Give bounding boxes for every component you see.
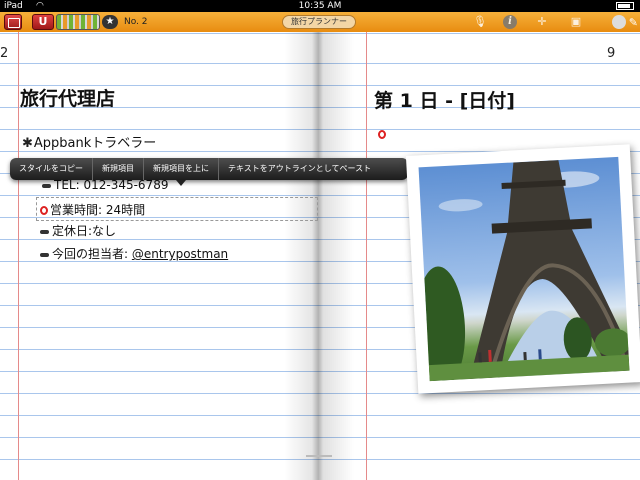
page-number-label: No. 2 (124, 17, 148, 27)
status-bar: iPad ◠ 10:35 AM (0, 0, 640, 12)
outline-item-holiday[interactable]: 定休日:なし (40, 222, 116, 239)
right-page-heading[interactable]: 第 1 日 - [日付] (374, 86, 515, 113)
star-bullet-icon: ✱ (22, 136, 33, 151)
left-page-heading[interactable]: 旅行代理店 (20, 84, 115, 111)
eiffel-tower-image (418, 156, 630, 382)
image-icon[interactable]: ▣ (568, 15, 584, 29)
pin-icon[interactable]: ✛ (534, 15, 550, 29)
dash-bullet-icon (42, 183, 51, 188)
outline-item-hours[interactable]: 営業時間: 24時間 (40, 201, 145, 218)
star-icon[interactable]: ★ (102, 15, 118, 29)
book-icon[interactable] (4, 14, 22, 30)
magnet-icon[interactable]: U (32, 14, 54, 30)
context-menu: スタイルをコピー 新規項目 新規項目を上に テキストをアウトラインとしてペースト (10, 158, 408, 180)
person-link[interactable]: @entrypostman (132, 247, 228, 261)
menu-new-item[interactable]: 新規項目 (93, 158, 144, 180)
pen-selector[interactable] (56, 14, 100, 30)
circle-bullet-icon[interactable] (378, 130, 386, 139)
left-page-number: 2 (0, 46, 9, 61)
right-page-number: 9 (607, 46, 616, 61)
margin-line (18, 32, 19, 480)
page-curl-handle[interactable] (306, 455, 332, 457)
pen-icon[interactable]: ✎ (629, 16, 638, 29)
notebook-title-button[interactable]: 旅行プランナー (282, 15, 356, 29)
margin-line (366, 32, 367, 480)
context-menu-arrow (176, 180, 186, 186)
menu-new-item-above[interactable]: 新規項目を上に (144, 158, 219, 180)
battery-icon (616, 2, 634, 10)
menu-paste-as-outline[interactable]: テキストをアウトラインとしてペースト (219, 158, 380, 180)
info-icon[interactable]: i (503, 15, 517, 29)
circle-bullet-icon (40, 206, 48, 215)
outline-item-tel[interactable]: TEL: 012-345-6789 (42, 178, 168, 192)
dash-bullet-icon (40, 229, 49, 234)
menu-copy-style[interactable]: スタイルをコピー (10, 158, 93, 180)
microphone-icon[interactable]: 🎙 (472, 15, 488, 29)
dash-bullet-icon (40, 252, 49, 257)
toolbar: U ★ No. 2 旅行プランナー 🎙 i ✛ ▣ ✎ (0, 12, 640, 33)
outline-item-person[interactable]: 今回の担当者: @entrypostman (40, 245, 228, 262)
clock: 10:35 AM (298, 1, 342, 11)
outline-item-company[interactable]: ✱Appbankトラベラー (22, 132, 156, 151)
next-page-icon[interactable] (612, 15, 626, 29)
photo[interactable] (405, 144, 640, 394)
